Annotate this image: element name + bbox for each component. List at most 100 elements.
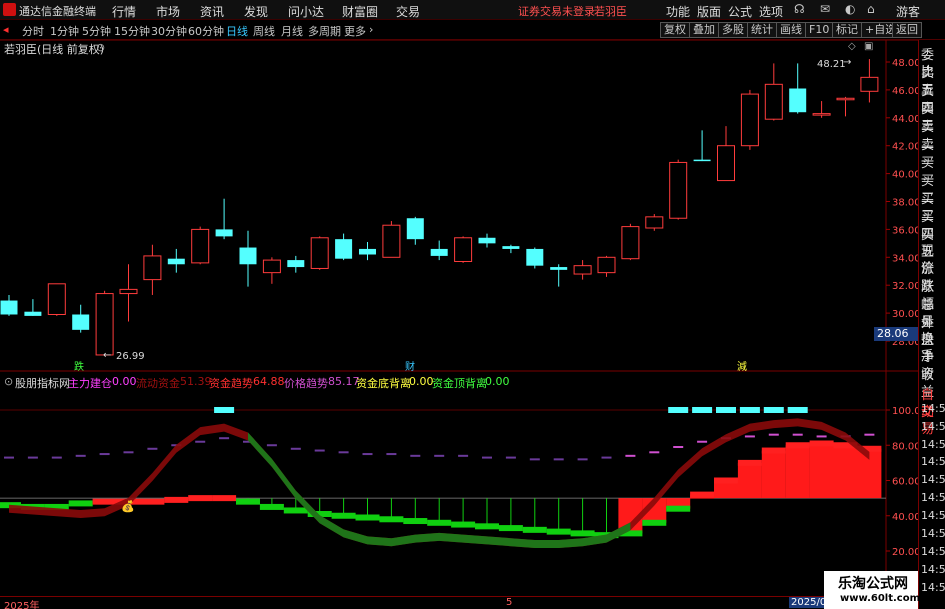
period-daily[interactable]: 日线 xyxy=(226,23,248,39)
top-signal-mark xyxy=(214,407,235,413)
period-multi[interactable]: 多周期 xyxy=(308,23,341,39)
period-30min[interactable]: 30分钟 xyxy=(151,23,187,39)
candle-body-up xyxy=(382,224,401,258)
menu-hangqing[interactable]: 行情 xyxy=(112,3,136,20)
period-1min[interactable]: 1分钟 xyxy=(50,23,79,39)
btn-tongji[interactable]: 统计 xyxy=(747,22,777,38)
candle-body-down xyxy=(550,267,568,270)
price-chart[interactable]: 48.00 46.00 44.00 42.00 40.00 38.00 36.00 34.00… xyxy=(0,40,918,596)
trend-step xyxy=(68,500,93,507)
ind-tick-label: 40.00 xyxy=(892,512,918,523)
price-tick-label: 44.00 xyxy=(892,114,918,125)
price-trend-mark xyxy=(601,456,612,459)
price-trend-mark xyxy=(290,447,301,450)
price-trend-mark xyxy=(51,456,62,459)
menu-shichang[interactable]: 市场 xyxy=(156,3,180,20)
period-monthly[interactable]: 月线 xyxy=(281,23,303,39)
btn-fuquan[interactable]: 复权 xyxy=(660,22,690,38)
indicator-name[interactable]: 股朋指标网 xyxy=(15,375,70,391)
menu-caifuquan[interactable]: 财富圈 xyxy=(342,3,378,20)
menu-xuanxiang[interactable]: 选项 xyxy=(759,3,783,20)
more-chevron-icon[interactable]: › xyxy=(369,23,373,36)
menu-faxian[interactable]: 发现 xyxy=(244,3,268,20)
ind-label-1: 流动资金 xyxy=(136,377,180,390)
btn-f10[interactable]: F10 xyxy=(805,22,834,38)
price-trend-mark xyxy=(434,454,445,457)
price-trend-mark xyxy=(219,437,230,440)
tick-time-9: 14:56 xyxy=(921,563,945,576)
price-trend-mark xyxy=(458,454,469,457)
money-bag-icon: 💰 xyxy=(121,500,135,513)
trend-step xyxy=(140,498,165,505)
btn-diejia[interactable]: 叠加 xyxy=(689,22,719,38)
ind-label-4: 资金底背离 xyxy=(356,377,411,390)
ind-label-5: 资金顶背离 xyxy=(432,377,487,390)
btn-duogu[interactable]: 多股 xyxy=(718,22,748,38)
tick-time-7: 14:56 xyxy=(921,527,945,540)
current-price-tag: 28.06 xyxy=(874,327,918,341)
skin-icon[interactable]: ◐ xyxy=(845,2,855,16)
period-more[interactable]: 更多 xyxy=(344,23,366,39)
time-axis: 2025年 5 2025/0 xyxy=(0,596,918,609)
menu-wenxiaoda[interactable]: 问小达 xyxy=(288,3,324,20)
price-trend-mark xyxy=(410,454,421,457)
period-15min[interactable]: 15分钟 xyxy=(114,23,150,39)
ind-value-1: 51.39 xyxy=(180,375,212,388)
top-signal-mark xyxy=(716,407,736,413)
quote-panel: 委比 卖五 卖四 卖三 卖二 卖一 买一 买二 买三 买四 买五 现价 涨跌 涨幅 总量 外盘 换手 净资 收益 自动… xyxy=(918,40,945,609)
menu-banmian[interactable]: 版面 xyxy=(697,3,721,20)
candle-body-down xyxy=(502,246,520,249)
period-60min[interactable]: 60分钟 xyxy=(188,23,224,39)
trend-step xyxy=(690,491,715,498)
period-fenshi[interactable]: 分时 xyxy=(22,23,44,39)
menu-gongshi[interactable]: 公式 xyxy=(728,3,752,20)
candle-body-down xyxy=(72,314,90,330)
btn-huaxian[interactable]: 画线 xyxy=(776,22,806,38)
price-trend-mark xyxy=(195,440,206,443)
ind-value-5: 0.00 xyxy=(485,375,510,388)
trend-step xyxy=(761,447,786,454)
lock-icon[interactable]: ⌂ xyxy=(867,2,875,16)
price-trend-mark xyxy=(768,433,779,436)
period-weekly[interactable]: 周线 xyxy=(253,23,275,39)
menu-jiaoyi[interactable]: 交易 xyxy=(396,3,420,20)
time-label-1: 5 xyxy=(506,597,513,608)
price-trend-mark xyxy=(577,458,588,461)
tick-time-5: 14:56 xyxy=(921,491,945,504)
btn-biaoji[interactable]: 标记 xyxy=(832,22,862,38)
trend-step xyxy=(188,495,213,502)
marker-cai[interactable]: 财 xyxy=(405,358,415,373)
watermark-url: www.60lt.com xyxy=(840,593,921,604)
candle-body-down xyxy=(406,218,424,240)
candle-body-up xyxy=(47,283,66,315)
menu-zixun[interactable]: 资讯 xyxy=(200,3,224,20)
btn-back[interactable]: 返回 xyxy=(892,22,922,38)
trend-bar xyxy=(785,445,810,499)
toolbar-arrow-icon[interactable]: ◂ xyxy=(3,23,9,36)
app-name: 通达信金融终端 xyxy=(19,5,96,18)
marker-jian[interactable]: 減 xyxy=(737,358,747,373)
period-5min[interactable]: 5分钟 xyxy=(82,23,111,39)
price-trend-mark xyxy=(744,435,755,438)
top-signal-mark xyxy=(668,407,689,413)
menu-gongneng[interactable]: 功能 xyxy=(666,3,690,20)
marker-die[interactable]: 跌 xyxy=(74,358,84,373)
user-label[interactable]: 游客 xyxy=(896,3,920,20)
trend-step xyxy=(642,519,667,526)
watermark-title: 乐淘公式网 xyxy=(838,576,908,592)
mail-icon[interactable]: ✉ xyxy=(820,2,830,16)
trend-step xyxy=(785,442,810,449)
price-trend-mark xyxy=(816,435,827,438)
headset-icon[interactable]: ☊ xyxy=(794,2,805,16)
trend-step xyxy=(212,495,237,502)
candle-body-up xyxy=(95,293,114,356)
price-trend-mark xyxy=(99,453,110,456)
price-trend-mark xyxy=(482,456,492,459)
candle-body-up xyxy=(645,216,664,229)
price-trend-mark xyxy=(649,451,660,454)
indicator-settings-icon[interactable]: ⊙ xyxy=(4,375,13,388)
tick-time-10: 14:56 xyxy=(921,581,945,594)
login-warning[interactable]: 证券交易未登录 xyxy=(518,3,595,19)
candle-body-up xyxy=(310,237,329,269)
candle-body-up xyxy=(597,256,616,274)
